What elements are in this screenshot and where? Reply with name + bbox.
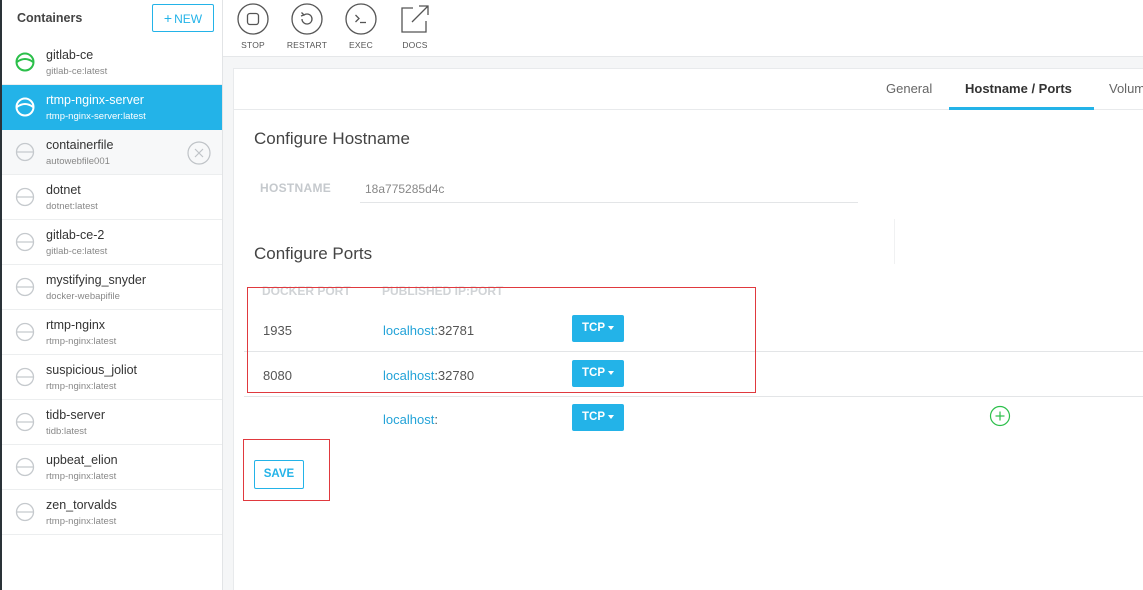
container-stopped-icon — [15, 187, 35, 207]
restart-icon — [291, 3, 323, 35]
container-name: tidb-server — [46, 408, 106, 422]
container-stopped-icon — [15, 322, 35, 342]
container-image: rtmp-nginx:latest — [46, 471, 117, 482]
container-list-item[interactable]: rtmp-nginx-server rtmp-nginx-server:lates… — [2, 85, 222, 130]
docs-button[interactable]: DOCS — [392, 3, 438, 50]
new-container-button[interactable]: + NEW — [152, 4, 214, 32]
container-name: gitlab-ce — [46, 48, 94, 62]
new-button-label: NEW — [174, 12, 203, 26]
container-running-icon — [15, 52, 35, 72]
container-list-item[interactable]: dotnet dotnet:latest — [2, 175, 222, 220]
stop-label: STOP — [241, 40, 265, 50]
configure-ports-title: Configure Ports — [254, 244, 373, 263]
restart-button[interactable]: RESTART — [284, 3, 330, 50]
plus-icon: + — [163, 10, 173, 26]
container-stopped-icon — [15, 232, 35, 252]
container-image: gitlab-ce:latest — [46, 66, 108, 77]
container-stopped-icon — [15, 367, 35, 387]
add-port-icon[interactable] — [989, 405, 1011, 427]
published-port: localhost: — [383, 412, 438, 427]
docs-label: DOCS — [402, 40, 428, 50]
container-list: gitlab-ce gitlab-ce:latest rtmp-nginx-serv… — [2, 40, 222, 535]
container-name: dotnet — [46, 183, 81, 197]
container-image: docker-webapifile — [46, 291, 120, 302]
container-image: autowebfile001 — [46, 156, 110, 167]
container-stopped-icon — [15, 277, 35, 297]
settings-tabs: General Hostname / Ports Volum — [234, 69, 1143, 110]
container-stopped-icon — [15, 412, 35, 432]
divider — [894, 219, 895, 264]
container-list-item[interactable]: gitlab-ce-2 gitlab-ce:latest — [2, 220, 222, 265]
exec-button[interactable]: EXEC — [338, 3, 384, 50]
highlight-box-ports — [247, 287, 756, 393]
container-name: rtmp-nginx — [46, 318, 106, 332]
protocol-dropdown[interactable]: TCP — [572, 404, 624, 431]
tab-general[interactable]: General — [886, 81, 932, 96]
container-list-item[interactable]: rtmp-nginx rtmp-nginx:latest — [2, 310, 222, 355]
highlight-box-save — [243, 439, 330, 501]
container-list-item[interactable]: tidb-server tidb:latest — [2, 400, 222, 445]
container-image: rtmp-nginx:latest — [46, 516, 117, 527]
hostname-input[interactable] — [360, 175, 858, 203]
hostname-label: HOSTNAME — [260, 181, 332, 195]
container-name: gitlab-ce-2 — [46, 228, 105, 242]
container-name: zen_torvalds — [46, 498, 117, 512]
container-image: tidb:latest — [46, 426, 87, 437]
container-stopped-icon — [15, 142, 35, 162]
restart-label: RESTART — [286, 40, 328, 50]
container-list-item[interactable]: mystifying_snyder docker-webapifile — [2, 265, 222, 310]
active-tab-indicator — [949, 107, 1094, 110]
container-name: containerfile — [46, 138, 114, 152]
container-list-item[interactable]: upbeat_elion rtmp-nginx:latest — [2, 445, 222, 490]
stop-icon — [237, 3, 269, 35]
container-image: rtmp-nginx-server:latest — [46, 111, 146, 122]
stop-button[interactable]: STOP — [230, 3, 276, 50]
container-stopped-icon — [15, 502, 35, 522]
protocol-label: TCP — [582, 411, 605, 423]
container-name: rtmp-nginx-server — [46, 93, 144, 107]
container-image: dotnet:latest — [46, 201, 98, 212]
sidebar-title: Containers — [17, 11, 83, 25]
tab-hostname-ports[interactable]: Hostname / Ports — [965, 81, 1072, 96]
terminal-icon — [345, 3, 377, 35]
container-name: mystifying_snyder — [46, 273, 147, 287]
exec-label: EXEC — [349, 40, 373, 50]
container-running-icon — [15, 97, 35, 117]
container-name: upbeat_elion — [46, 453, 118, 467]
containers-sidebar: Containers + NEW gitlab-ce gitlab-ce:lates… — [0, 0, 223, 590]
caret-down-icon — [608, 414, 614, 419]
remove-container-icon[interactable] — [187, 141, 211, 165]
published-host-link[interactable]: localhost — [383, 412, 434, 427]
external-link-icon — [401, 5, 429, 33]
tab-volumes[interactable]: Volum — [1109, 81, 1143, 96]
container-name: suspicious_joliot — [46, 363, 138, 377]
container-list-item[interactable]: containerfile autowebfile001 — [2, 130, 222, 175]
published-port-number[interactable]: : — [434, 412, 438, 427]
container-image: gitlab-ce:latest — [46, 246, 108, 257]
container-list-item[interactable]: suspicious_joliot rtmp-nginx:latest — [2, 355, 222, 400]
container-stopped-icon — [15, 457, 35, 477]
sidebar-header: Containers + NEW — [2, 0, 222, 40]
container-image: rtmp-nginx:latest — [46, 336, 117, 347]
container-list-item[interactable]: zen_torvalds rtmp-nginx:latest — [2, 490, 222, 535]
container-image: rtmp-nginx:latest — [46, 381, 117, 392]
container-toolbar: STOP RESTART EXEC DOCS — [223, 0, 1143, 57]
configure-hostname-title: Configure Hostname — [254, 129, 410, 148]
container-list-item[interactable]: gitlab-ce gitlab-ce:latest — [2, 40, 222, 85]
